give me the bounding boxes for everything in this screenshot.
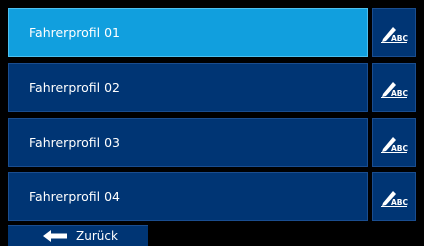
- back-label: Zurück: [76, 229, 118, 243]
- svg-text:ABC: ABC: [391, 89, 409, 98]
- profile-label: Fahrerprofil 03: [29, 135, 120, 150]
- profile-label: Fahrerprofil 01: [29, 25, 120, 40]
- profile-selection-screen: Fahrerprofil 01 ABC Fahrerprofil 02 ABC …: [0, 0, 424, 246]
- edit-name-icon: ABC: [381, 136, 409, 153]
- edit-profile-2-button[interactable]: ABC: [372, 63, 416, 112]
- edit-profile-1-button[interactable]: ABC: [372, 8, 416, 57]
- edit-profile-3-button[interactable]: ABC: [372, 118, 416, 167]
- edit-name-icon: ABC: [381, 190, 409, 207]
- profile-item-3[interactable]: Fahrerprofil 03: [8, 118, 368, 167]
- edit-name-icon: ABC: [381, 81, 409, 98]
- profile-label: Fahrerprofil 04: [29, 189, 120, 204]
- profile-item-4[interactable]: Fahrerprofil 04: [8, 172, 368, 221]
- profile-item-1[interactable]: Fahrerprofil 01: [8, 8, 368, 57]
- svg-text:ABC: ABC: [391, 34, 409, 43]
- edit-profile-4-button[interactable]: ABC: [372, 172, 416, 221]
- arrow-left-icon: [42, 229, 68, 243]
- profile-label: Fahrerprofil 02: [29, 80, 120, 95]
- svg-text:ABC: ABC: [391, 198, 409, 207]
- edit-name-icon: ABC: [381, 26, 409, 43]
- svg-text:ABC: ABC: [391, 144, 409, 153]
- back-button[interactable]: Zurück: [8, 225, 148, 246]
- profile-item-2[interactable]: Fahrerprofil 02: [8, 63, 368, 112]
